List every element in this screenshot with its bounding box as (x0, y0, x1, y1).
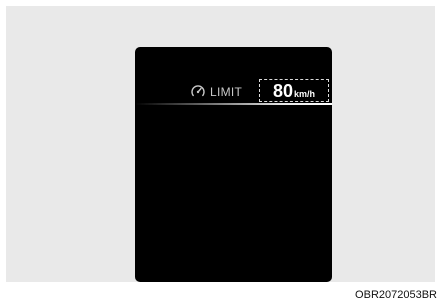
speed-unit: km/h (294, 89, 316, 99)
limit-label: LIMIT (210, 85, 243, 99)
speed-limit-icon (191, 85, 205, 97)
divider-line (135, 103, 332, 105)
speed-limit-value: 80 (272, 81, 293, 101)
speed-limit-box: 80 km/h (259, 79, 329, 102)
illustration-frame: LIMIT 80 km/h (6, 6, 435, 282)
cluster-display: LIMIT 80 km/h (135, 47, 332, 282)
figure-code: OBR2072053BR (355, 289, 437, 301)
